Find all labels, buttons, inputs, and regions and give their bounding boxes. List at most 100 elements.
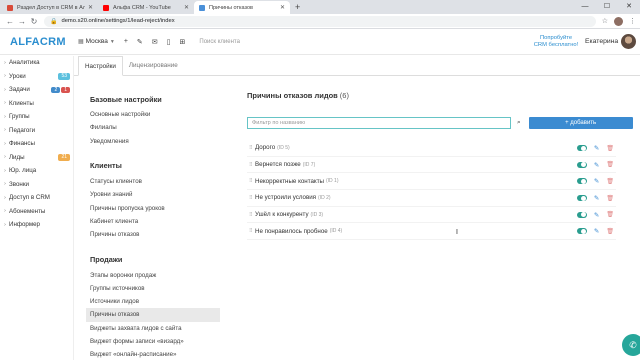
favicon-icon <box>199 4 205 11</box>
url-field[interactable]: 🔒 demo.s20.online/settings/1/lead-reject… <box>44 15 596 27</box>
reason-name: Дорого <box>255 144 276 152</box>
tab-licensing[interactable]: Лицензирование <box>123 55 184 75</box>
trash-icon[interactable]: 🗑 <box>606 161 614 168</box>
reload-icon[interactable]: ↻ <box>28 17 40 26</box>
edit-icon[interactable]: ✎ <box>594 194 599 202</box>
menu-kebab-icon[interactable]: ⋮ <box>629 17 636 26</box>
branch-select[interactable]: ▦ Москва ▼ <box>78 38 115 45</box>
sidebar-item[interactable]: › Звонки <box>0 178 73 192</box>
user-name[interactable]: Екатерина <box>585 38 618 45</box>
enabled-toggle[interactable] <box>576 228 587 235</box>
reason-id: (ID 4) <box>329 228 343 235</box>
phone-icon[interactable]: ▯ <box>167 38 171 46</box>
browser-tab-label: Раздел Доступ в CRM в Альфа <box>17 4 85 11</box>
sidebar-item[interactable]: › Педагоги <box>0 124 73 138</box>
trash-icon[interactable]: 🗑 <box>606 211 614 218</box>
count-badge[interactable]: 2 <box>51 86 61 93</box>
text-cursor-icon: I <box>456 229 458 236</box>
enabled-toggle[interactable] <box>576 161 587 168</box>
close-window-button[interactable]: ✕ <box>618 0 640 14</box>
close-icon[interactable]: ✕ <box>280 4 285 11</box>
sidebar-item[interactable]: › Информер <box>0 218 73 232</box>
settings-menu-item[interactable]: Кабинет клиента <box>86 215 220 228</box>
logo[interactable]: ALFACRM <box>0 36 78 48</box>
maximize-button[interactable]: ☐ <box>596 0 618 14</box>
settings-menu-item[interactable]: Причины отказов <box>86 228 220 241</box>
close-icon[interactable]: ✕ <box>184 4 189 11</box>
add-button[interactable]: + добавить <box>528 117 633 129</box>
sidebar-item[interactable]: › Юр. лица <box>0 164 73 178</box>
avatar[interactable] <box>621 34 636 49</box>
sidebar-item[interactable]: › Доступ в CRM <box>0 191 73 205</box>
settings-menu-item[interactable]: Виджеты захвата лидов с сайта <box>86 322 220 335</box>
edit-icon[interactable]: ✎ <box>594 177 599 185</box>
count-badge[interactable]: 1 <box>61 86 70 93</box>
sidebar-item[interactable]: › Финансы <box>0 137 73 151</box>
trash-icon[interactable]: 🗑 <box>606 195 614 202</box>
reason-actions: ✎ 🗑 <box>576 177 614 185</box>
sidebar-item[interactable]: › Абонементы <box>0 205 73 219</box>
filter-input[interactable]: Фильтр по названию <box>247 117 511 129</box>
settings-menu-item[interactable]: Уровни знаний <box>86 188 220 201</box>
settings-menu-item[interactable]: Основные настройки <box>86 108 220 121</box>
building-icon: ▦ <box>78 39 84 45</box>
sidebar-item-icon: › <box>4 100 6 107</box>
wrench-icon[interactable]: ✎ <box>137 38 143 46</box>
reason-id: (ID 7) <box>302 161 316 168</box>
trash-icon[interactable]: 🗑 <box>606 145 614 152</box>
settings-menu-item[interactable]: Статусы клиентов <box>86 175 220 188</box>
sidebar-item-label: Педагоги <box>9 126 36 134</box>
sidebar-item[interactable]: › Лиды 21 <box>0 151 73 165</box>
search-icon[interactable]: ⌕ <box>517 119 521 127</box>
trash-icon[interactable]: 🗑 <box>606 228 614 235</box>
sidebar-item[interactable]: › Уроки 53 <box>0 70 73 84</box>
trash-icon[interactable]: 🗑 <box>606 178 614 185</box>
edit-icon[interactable]: ✎ <box>594 227 599 235</box>
close-icon[interactable]: ✕ <box>88 4 93 11</box>
page-title-text: Причины отказов лидов <box>247 91 338 100</box>
edit-icon[interactable]: ✎ <box>594 161 599 169</box>
settings-menu-item[interactable]: Источники лидов <box>86 295 220 308</box>
tab-settings[interactable]: Настройки <box>78 56 123 76</box>
count-badge[interactable]: 53 <box>58 73 70 80</box>
settings-menu-item[interactable]: Группы источников <box>86 282 220 295</box>
sidebar-item[interactable]: › Задачи 2 1 <box>0 83 73 97</box>
browser-tab[interactable]: Альфа CRM - YouTube ✕ <box>98 1 194 14</box>
settings-menu-item[interactable]: Виджет формы записи «визард» <box>86 335 220 348</box>
enabled-toggle[interactable] <box>576 211 587 218</box>
settings-menu-item[interactable]: Уведомления <box>86 135 220 148</box>
client-search-input[interactable]: Поиск клиента <box>199 39 339 45</box>
settings-menu-item[interactable]: Этапы воронки продаж <box>86 268 220 281</box>
browser-tab[interactable]: Раздел Доступ в CRM в Альфа✕ <box>2 1 98 14</box>
new-tab-button[interactable]: + <box>295 2 300 12</box>
cart-icon[interactable]: ⊞ <box>180 38 186 46</box>
edit-icon[interactable]: ✎ <box>594 211 599 219</box>
trial-link[interactable]: Попробуйте CRM бесплатно! <box>526 35 586 49</box>
chat-icon[interactable]: ✆ <box>622 334 640 356</box>
edit-icon[interactable]: ✎ <box>594 144 599 152</box>
back-icon[interactable]: ← <box>4 17 16 26</box>
profile-icon[interactable] <box>614 16 623 26</box>
count-badge[interactable]: 21 <box>58 154 70 161</box>
enabled-toggle[interactable] <box>576 178 587 185</box>
sidebar: › Аналитика › Уроки 53 › Задачи 2 1 › Клиенты › Груп… <box>0 56 74 360</box>
sidebar-item-label: Информер <box>9 221 40 229</box>
settings-menu-item[interactable]: Причины отказов <box>86 308 220 322</box>
plus-icon[interactable]: + <box>124 38 128 46</box>
minimize-button[interactable]: — <box>574 0 596 14</box>
sidebar-item[interactable]: › Группы <box>0 110 73 124</box>
enabled-toggle[interactable] <box>576 195 587 202</box>
reason-name: Вернется позже <box>255 161 301 169</box>
settings-menu-item[interactable]: Филиалы <box>86 121 220 134</box>
enabled-toggle[interactable] <box>576 145 587 151</box>
sidebar-item[interactable]: › Аналитика <box>0 56 73 70</box>
browser-tab[interactable]: Причины отказов ✕ <box>194 1 290 14</box>
forward-icon[interactable]: → <box>16 17 28 26</box>
star-icon[interactable]: ☆ <box>602 17 608 26</box>
settings-tabs: Настройки Лицензирование <box>74 56 640 76</box>
settings-menu-item[interactable]: Причины пропуска уроков <box>86 201 220 214</box>
sidebar-item-icon: › <box>4 127 6 134</box>
mail-icon[interactable]: ✉ <box>152 38 158 46</box>
sidebar-item[interactable]: › Клиенты <box>0 97 73 111</box>
settings-menu-item[interactable]: Виджет «онлайн-расписание» <box>86 348 220 360</box>
